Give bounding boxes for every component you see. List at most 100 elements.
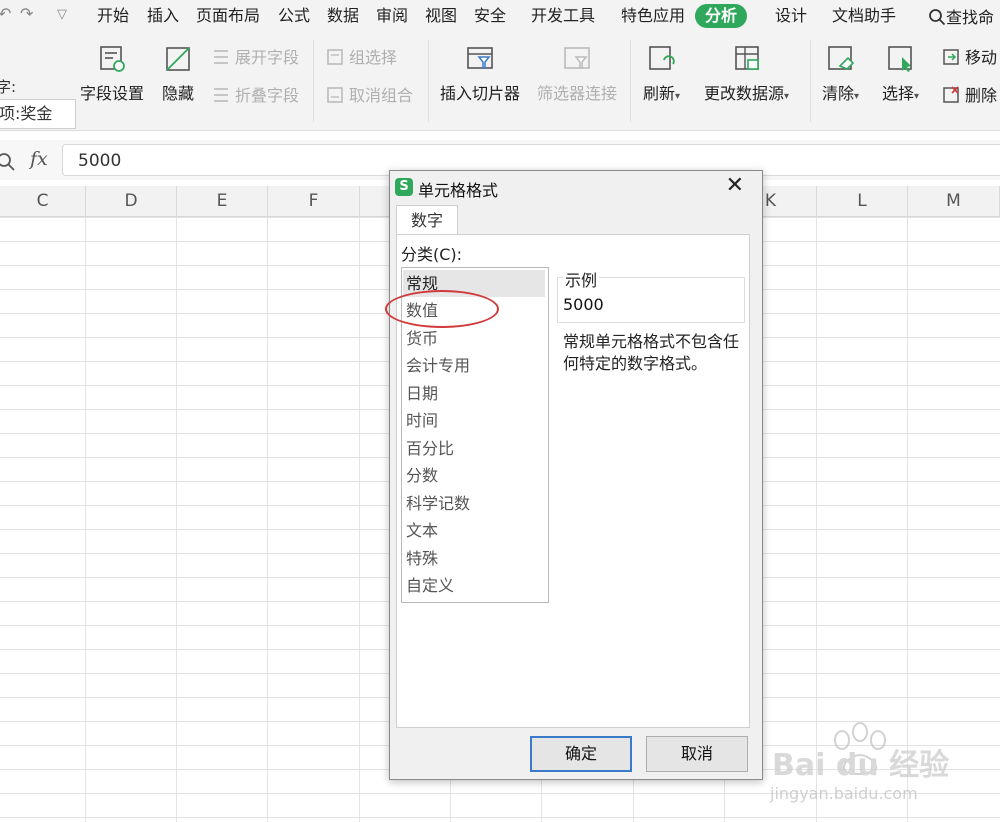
- category-item-scientific[interactable]: 科学记数: [403, 490, 545, 517]
- group-select-button[interactable]: 组选择: [326, 46, 397, 70]
- slicer-icon: [467, 47, 493, 69]
- active-field-label: 字:: [0, 78, 17, 96]
- tab-analyze[interactable]: 分析: [695, 4, 748, 28]
- category-item-fraction[interactable]: 分数: [403, 462, 545, 489]
- grid-line: [85, 217, 86, 822]
- select-button[interactable]: 选择▾: [882, 44, 919, 104]
- ribbon-separator: [630, 40, 631, 122]
- close-icon[interactable]: ✕: [726, 173, 744, 198]
- baidu-watermark: Bai du 经验 jingyan.baidu.com: [770, 712, 1000, 812]
- column-header-c[interactable]: C: [0, 186, 86, 216]
- quick-access-dropdown-icon[interactable]: ▽: [57, 7, 67, 22]
- group-select-label: 组选择: [349, 48, 398, 67]
- move-button[interactable]: 移动: [942, 46, 997, 70]
- refresh-button[interactable]: 刷新▾: [643, 44, 680, 104]
- format-cells-dialog: S 单元格格式 ✕ 数字 分类(C): 常规 数值 货币 会计专用 日期 时间 …: [389, 170, 763, 780]
- field-settings-icon: [100, 46, 125, 72]
- zoom-icon[interactable]: [0, 152, 16, 172]
- watermark-brand: Bai du 经验: [772, 748, 950, 783]
- move-icon: [943, 49, 959, 65]
- chevron-down-icon: ▾: [854, 91, 860, 102]
- format-description: 常规单元格格式不包含任何特定的数字格式。: [563, 332, 740, 373]
- hide-label: 隐藏: [162, 84, 195, 103]
- column-header-e[interactable]: E: [177, 186, 268, 216]
- cancel-button[interactable]: 取消: [646, 736, 748, 772]
- insert-slicer-button[interactable]: 插入切片器: [440, 44, 520, 104]
- column-header-d[interactable]: D: [86, 186, 177, 216]
- tab-view[interactable]: 视图: [425, 4, 457, 28]
- select-icon: [887, 46, 912, 72]
- tab-data[interactable]: 数据: [327, 4, 359, 28]
- refresh-label: 刷新: [643, 84, 676, 103]
- grid-line: [267, 217, 268, 822]
- sample-label: 示例: [563, 267, 600, 291]
- ribbon-separator: [810, 40, 811, 122]
- grid-line: [176, 217, 177, 822]
- tab-number[interactable]: 数字: [396, 205, 458, 236]
- expand-field-icon: [214, 50, 228, 64]
- clear-button[interactable]: 清除▾: [822, 44, 859, 104]
- ok-button[interactable]: 确定: [530, 736, 632, 772]
- collapse-field-button[interactable]: 折叠字段: [212, 84, 299, 108]
- sample-value: 5000: [563, 295, 604, 314]
- category-item-special[interactable]: 特殊: [403, 545, 545, 572]
- tab-review[interactable]: 审阅: [376, 4, 408, 28]
- search-command[interactable]: 查找命: [928, 4, 994, 28]
- column-header-f[interactable]: F: [268, 186, 360, 216]
- hide-button[interactable]: 隐藏: [162, 44, 194, 104]
- category-item-date[interactable]: 日期: [403, 380, 545, 407]
- category-item-percentage[interactable]: 百分比: [403, 435, 545, 462]
- ungroup-label: 取消组合: [349, 86, 414, 105]
- dialog-title: 单元格格式: [418, 181, 499, 200]
- search-icon: [929, 9, 946, 26]
- category-item-currency[interactable]: 货币: [403, 325, 545, 352]
- chevron-down-icon: ▾: [784, 91, 790, 102]
- category-item-custom[interactable]: 自定义: [403, 572, 545, 599]
- refresh-icon: [648, 46, 675, 70]
- grid-line: [359, 217, 360, 822]
- data-source-icon: [734, 46, 759, 70]
- chevron-down-icon: ▾: [914, 91, 920, 102]
- tab-developer[interactable]: 开发工具: [531, 4, 595, 28]
- filter-connection-button[interactable]: 筛选器连接: [537, 44, 617, 104]
- tab-special-apps[interactable]: 特色应用: [621, 4, 685, 28]
- tab-security[interactable]: 安全: [474, 4, 506, 28]
- ribbon-separator: [313, 40, 314, 122]
- delete-label: 删除: [965, 86, 998, 105]
- ribbon-separator: [428, 40, 429, 122]
- expand-field-label: 展开字段: [235, 48, 300, 67]
- highlight-ellipse: [385, 290, 499, 328]
- column-header-l[interactable]: L: [817, 186, 908, 216]
- field-settings-label: 字段设置: [80, 84, 145, 103]
- category-item-time[interactable]: 时间: [403, 407, 545, 434]
- tab-doc-assistant[interactable]: 文档助手: [832, 4, 896, 28]
- delete-button[interactable]: 删除: [942, 84, 997, 108]
- redo-icon[interactable]: ↷: [20, 4, 33, 23]
- undo-icon[interactable]: ↶: [0, 4, 11, 23]
- field-settings-button[interactable]: 字段设置: [80, 44, 144, 104]
- change-data-source-button[interactable]: 更改数据源▾: [704, 44, 789, 104]
- collapse-field-label: 折叠字段: [235, 86, 300, 105]
- wps-logo-icon: S: [395, 178, 413, 196]
- move-label: 移动: [965, 48, 998, 67]
- tab-insert[interactable]: 插入: [147, 4, 179, 28]
- tab-design[interactable]: 设计: [775, 4, 807, 28]
- tab-formulas[interactable]: 公式: [278, 4, 310, 28]
- hide-icon: [166, 47, 190, 71]
- category-item-text[interactable]: 文本: [403, 517, 545, 544]
- filter-connection-label: 筛选器连接: [537, 84, 618, 103]
- category-label: 分类(C):: [401, 245, 463, 264]
- tab-home[interactable]: 开始: [97, 4, 129, 28]
- column-header-m[interactable]: M: [908, 186, 1000, 216]
- expand-field-button[interactable]: 展开字段: [212, 46, 299, 70]
- ungroup-button[interactable]: 取消组合: [326, 84, 413, 108]
- group-select-icon: [327, 49, 343, 65]
- insert-slicer-label: 插入切片器: [440, 84, 521, 103]
- category-item-accounting[interactable]: 会计专用: [403, 352, 545, 379]
- fx-icon[interactable]: fx: [30, 148, 48, 170]
- watermark-url: jingyan.baidu.com: [770, 784, 918, 803]
- tab-page-layout[interactable]: 页面布局: [196, 4, 260, 28]
- active-field-input[interactable]: 项:奖金: [0, 99, 76, 129]
- search-command-label: 查找命: [946, 8, 995, 27]
- chevron-down-icon: ▾: [675, 91, 681, 102]
